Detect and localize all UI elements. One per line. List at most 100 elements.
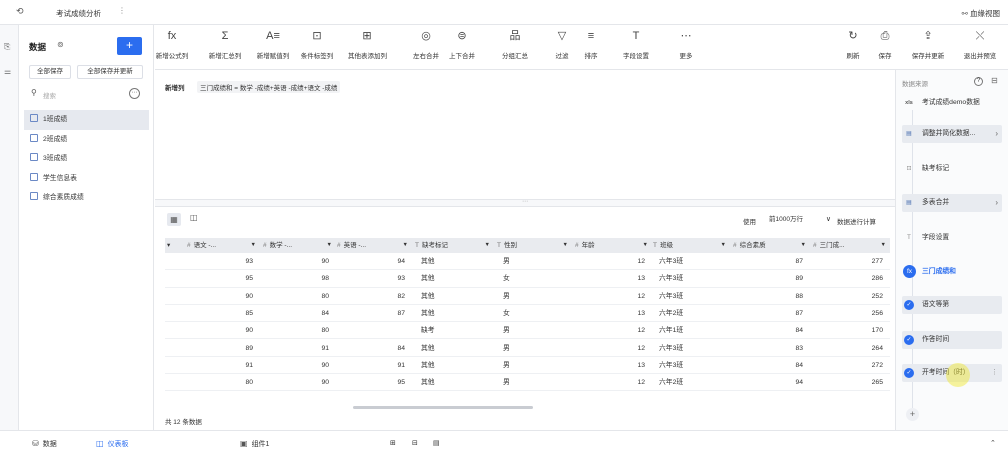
column-header[interactable]: T 性别 ▼: [497, 238, 571, 253]
table-view-icon[interactable]: ▦: [167, 213, 181, 226]
collapse-icon[interactable]: ⊟: [991, 76, 998, 85]
fx-icon: fx: [903, 265, 916, 278]
column-header[interactable]: # 英语 -... ▼: [337, 238, 411, 253]
header-dropdown-icon[interactable]: ▾: [167, 238, 177, 253]
dropdown-icon[interactable]: ▼: [721, 238, 726, 253]
table-cell: 其他: [421, 292, 435, 300]
help-icon[interactable]: ?: [974, 77, 983, 86]
table-row[interactable]: 90 80 82 其他 男 12 六年3班 88 252: [165, 288, 890, 305]
add-component-icon[interactable]: ⊞: [390, 439, 396, 447]
table-row[interactable]: 90 80 缺考 男 12 六年1班 84 170: [165, 322, 890, 340]
column-header[interactable]: T 缺考标记 ▼: [415, 238, 493, 253]
step-chinese-grade[interactable]: ✓ 语文等第: [902, 296, 1002, 314]
add-summary-column-button[interactable]: Σ 新增汇总列: [208, 29, 242, 60]
table-row[interactable]: 85 84 87 其他 女 13 六年2班 87 256: [165, 305, 890, 323]
horizontal-scrollbar[interactable]: [353, 406, 533, 409]
step-sum-three[interactable]: fx 三门成绩和: [902, 263, 1002, 281]
column-header[interactable]: T 班级 ▼: [653, 238, 729, 253]
list-item[interactable]: 综合素质成绩: [24, 188, 149, 208]
lineage-view-button[interactable]: ⚯ 血缘视图: [962, 8, 1000, 19]
table-row[interactable]: 93 90 94 其他 男 12 六年3班 87 277: [165, 253, 890, 271]
list-item[interactable]: 2班成绩: [24, 130, 149, 150]
dropdown-icon[interactable]: ▼: [643, 238, 648, 253]
more-options-icon[interactable]: ⋯: [129, 88, 140, 99]
add-assign-column-button[interactable]: A≡ 新增赋值列: [256, 29, 290, 60]
up-down-merge-button[interactable]: ⊜ 上下合并: [447, 29, 477, 60]
layout-view-icon[interactable]: ◫: [190, 213, 198, 222]
step-field-settings[interactable]: T 字段设置: [902, 229, 1002, 247]
step-source[interactable]: xls 考试成绩demo数据: [902, 94, 1002, 112]
filter-panel-icon[interactable]: ⚌: [4, 67, 11, 76]
table-row[interactable]: 95 98 93 其他 女 13 六年3班 89 286: [165, 270, 890, 288]
column-header[interactable]: # 综合素质 ▼: [733, 238, 809, 253]
refresh-button[interactable]: ↻ 刷新: [843, 29, 863, 60]
exit-preview-button[interactable]: ⤬ 退出并预览: [961, 29, 999, 60]
filter-button[interactable]: ▽ 过滤: [552, 29, 572, 60]
table-cell: 95: [397, 379, 405, 387]
table-cell: 94: [795, 379, 803, 387]
table-row[interactable]: 91 90 91 其他 男 13 六年3班 84 272: [165, 357, 890, 375]
tab-dashboard[interactable]: ◫ 仪表板: [96, 439, 129, 449]
collapse-up-icon[interactable]: ⌃: [990, 439, 996, 447]
save-update-button[interactable]: ⇪ 保存并更新: [910, 29, 946, 60]
table-cell: 98: [321, 275, 329, 283]
table-row[interactable]: 89 91 84 其他 男 12 六年3班 83 264: [165, 340, 890, 357]
dropdown-icon[interactable]: ▼: [563, 238, 568, 253]
dropdown-icon[interactable]: ▼: [403, 238, 408, 253]
table-cell: 其他: [421, 258, 435, 265]
left-right-merge-button[interactable]: ◎ 左右合并: [411, 29, 441, 60]
dropdown-icon[interactable]: ▼: [485, 238, 490, 253]
group-summary-button[interactable]: 品分组汇总: [500, 29, 530, 60]
step-answer-time[interactable]: ✓ 作答时间: [902, 331, 1002, 349]
add-from-other-table-button[interactable]: ⊞ 其他表添加列: [348, 29, 387, 60]
list-item[interactable]: 3班成绩: [24, 149, 149, 169]
more-button[interactable]: ⋯ 更多: [675, 29, 697, 60]
list-item[interactable]: 学生信息表: [24, 169, 149, 189]
dropdown-icon[interactable]: ▼: [801, 238, 806, 253]
toolbar-label: 保存: [878, 53, 892, 60]
tab-component[interactable]: ▣ 组件1: [240, 439, 269, 449]
step-absent-tag[interactable]: ⊡ 缺考标记: [902, 160, 1002, 178]
search-input[interactable]: ⚲ 搜索: [29, 88, 129, 102]
table-cell: 91: [321, 344, 329, 352]
column-header[interactable]: # 语文 -... ▼: [187, 238, 259, 253]
add-formula-column-button[interactable]: fx 新增公式列: [155, 29, 189, 60]
more-icon[interactable]: ⋮: [118, 6, 126, 15]
save-button[interactable]: ⎙ 保存: [875, 29, 895, 60]
field-settings-button[interactable]: T 字段设置: [621, 29, 651, 60]
resize-handle[interactable]: ⋯: [155, 199, 895, 207]
data-panel-icon[interactable]: ⎘: [4, 42, 10, 52]
table-cell: 六年3班: [659, 275, 684, 283]
back-icon[interactable]: ⟲: [16, 6, 24, 17]
column-header-label: 班级: [659, 242, 673, 249]
search-icon: ⚲: [31, 88, 37, 97]
step-adjust[interactable]: ▤ 调整并简化数据... ›: [902, 125, 1002, 143]
table-cell: 84: [397, 344, 405, 352]
add-data-button[interactable]: +: [117, 37, 142, 55]
table-cell: 六年3班: [659, 344, 684, 352]
table-icon: [30, 192, 38, 200]
column-header[interactable]: # 三门成... ▼: [813, 238, 889, 253]
settings-icon[interactable]: ⊚: [57, 40, 64, 49]
more-icon[interactable]: ⋮: [991, 364, 998, 382]
add-step-button[interactable]: +: [906, 408, 919, 421]
tab-data[interactable]: ⛁ 数据: [32, 439, 57, 449]
table-row[interactable]: 80 90 95 其他 男 12 六年2班 94 265: [165, 374, 890, 392]
save-all-button[interactable]: 全部保存: [29, 65, 71, 79]
step-multi-merge[interactable]: ▤ 多表合并 ›: [902, 194, 1002, 212]
row-limit-select[interactable]: 前1000万行 ∨: [765, 214, 833, 226]
add-report-icon[interactable]: ▤: [433, 439, 440, 447]
dropdown-icon[interactable]: ▼: [251, 238, 256, 253]
formula-expression[interactable]: 三门成绩和 = 数学 -成绩+英语 -成绩+语文 -成绩: [197, 81, 341, 93]
sort-button[interactable]: ≡ 排序: [581, 29, 601, 60]
condition-tag-column-button[interactable]: ⊡ 条件标签列: [300, 29, 334, 60]
table-cell: 272: [871, 361, 883, 369]
list-item[interactable]: 1班成绩: [24, 110, 149, 130]
save-all-update-button[interactable]: 全部保存并更新: [77, 65, 143, 79]
row-limit-value: 前1000万行: [769, 216, 803, 223]
dropdown-icon[interactable]: ▼: [327, 238, 332, 253]
add-dashboard-icon[interactable]: ⊟: [412, 439, 418, 447]
column-header[interactable]: # 年龄 ▼: [575, 238, 651, 253]
dropdown-icon[interactable]: ▼: [881, 238, 886, 253]
column-header[interactable]: # 数学 -... ▼: [263, 238, 335, 253]
